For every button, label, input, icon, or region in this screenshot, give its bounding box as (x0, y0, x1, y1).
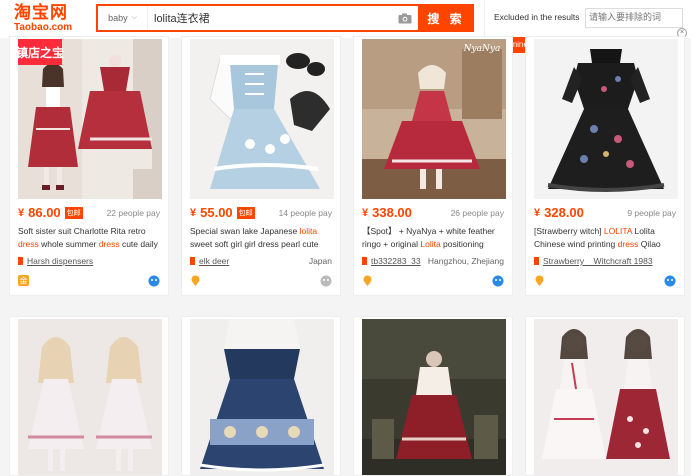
store-label: 镇店之宝 (18, 45, 64, 60)
wangwang-chat-icon[interactable] (320, 275, 332, 287)
product-image[interactable] (534, 319, 678, 475)
product-card[interactable]: 镇店之宝 ¥86.00 包邮 22 people pay Soft sister … (9, 36, 169, 296)
title-part: cute daily (119, 238, 158, 249)
product-image[interactable] (362, 319, 506, 475)
title-keyword: dress (18, 238, 39, 249)
title-part: Special swan lake Japanese (190, 226, 300, 236)
location: Japan (308, 256, 332, 266)
price-value: 86.00 (28, 205, 61, 220)
product-image[interactable]: 镇店之宝 (18, 39, 162, 199)
product-card[interactable]: ¥55.00 包邮 14 people pay Special swan lake… (181, 36, 341, 296)
location: Hangzhou, Zhejiang (427, 256, 504, 266)
search-button[interactable]: 搜 索 (418, 4, 474, 32)
shop-name: tb332283_33 (371, 256, 421, 266)
shop-icon (534, 257, 539, 265)
free-shipping-badge: 包邮 (236, 206, 255, 219)
chevron-down-icon: ⌵ (131, 14, 137, 21)
sold-count: 9 people pay (627, 208, 676, 218)
shop-link[interactable]: Harsh dispensers (18, 256, 93, 266)
shop-icon (190, 257, 195, 265)
title-part: positioning (440, 238, 484, 249)
title-keyword: lolita (299, 226, 318, 236)
camera-icon[interactable] (392, 6, 418, 30)
wangwang-chat-icon[interactable] (664, 275, 676, 287)
product-card[interactable]: ¥328.00 9 people pay [Strawberry witch] … (525, 36, 685, 296)
price-value: 338.00 (372, 205, 412, 220)
product-image[interactable] (534, 39, 678, 199)
title-part: Qilao (638, 238, 661, 249)
title-part: [Strawberry witch] (534, 226, 604, 236)
product-title[interactable]: Special swan lake Japanese lolita sweet … (190, 225, 336, 250)
wangwang-chat-icon[interactable] (148, 275, 160, 287)
shop-icon (18, 257, 23, 265)
title-part: whole summer (38, 238, 99, 249)
medal-icon[interactable] (190, 275, 201, 286)
title-part: sweet soft girl girl dress pearl cute (190, 238, 319, 249)
exclude-panel: Excluded in the results (484, 0, 691, 38)
product-image[interactable] (190, 319, 334, 475)
product-card[interactable]: NyaNya ¥338.00 26 people pay 【Spot】 + Ny… (353, 36, 513, 296)
currency-symbol: ¥ (534, 206, 541, 219)
sold-count: 14 people pay (278, 208, 332, 218)
product-card[interactable] (525, 316, 685, 476)
taobao-logo[interactable]: 淘宝网 Taobao.com (14, 3, 73, 34)
product-image[interactable] (18, 319, 162, 475)
medal-icon[interactable] (534, 275, 545, 286)
price: ¥55.00 包邮 (190, 205, 255, 220)
free-shipping-badge: 包邮 (64, 206, 83, 219)
title-keyword: dress (617, 238, 639, 249)
gold-seller-icon[interactable]: 金 (18, 275, 29, 286)
top-bar: 淘宝网 Taobao.com baby ⌵ 搜 索 Excluded in th… (0, 0, 691, 38)
product-title[interactable]: [Strawberry witch] LOLITA Lolita Chinese… (534, 225, 680, 250)
svg-text:金: 金 (20, 276, 28, 286)
excluded-label: Excluded in the results (494, 12, 580, 22)
price-value: 55.00 (200, 205, 233, 220)
product-card[interactable] (181, 316, 341, 476)
shop-icon (362, 257, 367, 265)
shop-name: Harsh dispensers (27, 256, 94, 266)
sold-count: 26 people pay (450, 208, 504, 218)
search-input[interactable] (148, 6, 392, 30)
category-select[interactable]: baby ⌵ (98, 6, 148, 30)
product-image[interactable]: NyaNya (362, 39, 506, 199)
currency-symbol: ¥ (362, 206, 369, 219)
title-keyword: Lolita (420, 238, 441, 249)
shop-link[interactable]: tb332283_33 (362, 256, 421, 266)
search-bar: baby ⌵ 搜 索 (96, 4, 474, 32)
currency-symbol: ¥ (18, 206, 25, 219)
price-value: 328.00 (544, 205, 584, 220)
title-part: Soft sister suit Charlotte Rita retro (18, 226, 146, 236)
shop-name: Strawberry _ Witchcraft 1983 (543, 256, 653, 266)
title-keyword: dress (98, 238, 120, 249)
currency-symbol: ¥ (190, 206, 197, 219)
shop-link[interactable]: elk deer (190, 256, 229, 266)
price: ¥86.00 包邮 (18, 205, 83, 220)
product-title[interactable]: 【Spot】 + NyaNya + white feather ringo + … (362, 225, 508, 250)
watermark: NyaNya (463, 44, 501, 54)
product-card[interactable] (9, 316, 169, 476)
product-image[interactable] (190, 39, 334, 199)
title-keyword: LOLITA (603, 226, 633, 236)
logo-text-en: Taobao.com (14, 22, 73, 33)
logo-text-cn: 淘宝网 (14, 3, 68, 22)
price: ¥328.00 (534, 205, 584, 220)
shop-name: elk deer (199, 256, 230, 266)
shop-link[interactable]: Strawberry _ Witchcraft 1983 (534, 256, 653, 266)
product-title[interactable]: Soft sister suit Charlotte Rita retro dr… (18, 225, 164, 250)
wangwang-chat-icon[interactable] (492, 275, 504, 287)
product-card[interactable] (353, 316, 513, 476)
exclude-input[interactable] (585, 8, 683, 28)
category-label: baby (108, 13, 128, 23)
medal-icon[interactable] (362, 275, 373, 286)
sold-count: 22 people pay (106, 208, 160, 218)
price: ¥338.00 (362, 205, 412, 220)
